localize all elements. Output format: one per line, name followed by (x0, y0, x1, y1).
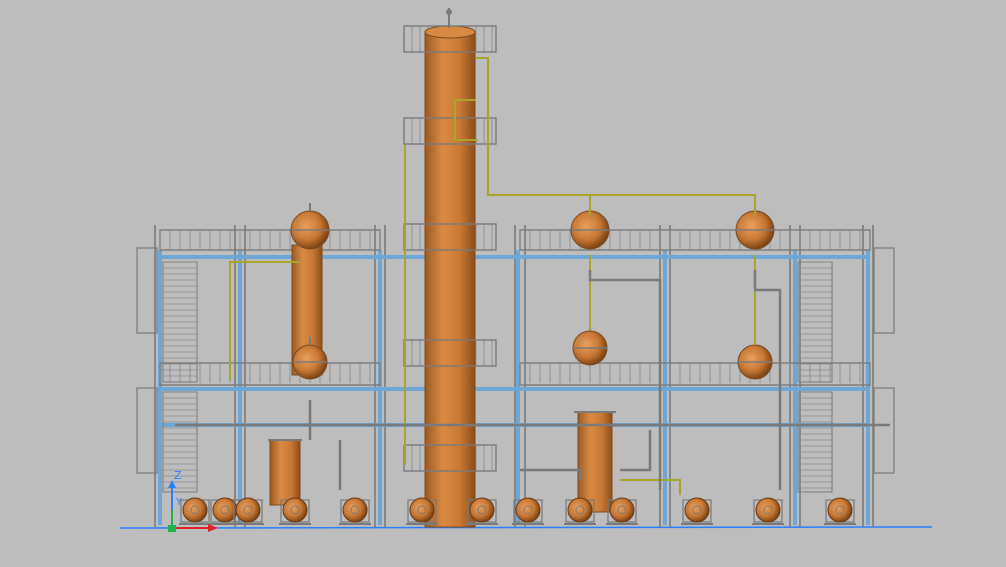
side-cage-left[interactable] (136, 247, 158, 474)
pump[interactable] (179, 497, 211, 525)
pump[interactable] (232, 497, 264, 525)
stair-right[interactable] (797, 261, 833, 493)
pump[interactable] (681, 497, 713, 525)
reboiler-right[interactable] (574, 411, 616, 513)
ground-line (119, 526, 933, 529)
ucs-y-label: Y (175, 497, 183, 508)
side-cage-right[interactable] (873, 247, 895, 474)
distillation-column[interactable] (424, 8, 476, 528)
pump[interactable] (339, 497, 371, 525)
reboiler-left[interactable] (268, 439, 302, 506)
cad-viewport[interactable]: Z Y (0, 0, 1006, 567)
pump[interactable] (752, 497, 784, 525)
pump[interactable] (824, 497, 856, 525)
sphere-vessel[interactable] (290, 203, 330, 250)
ucs-z-label: Z (174, 469, 182, 482)
